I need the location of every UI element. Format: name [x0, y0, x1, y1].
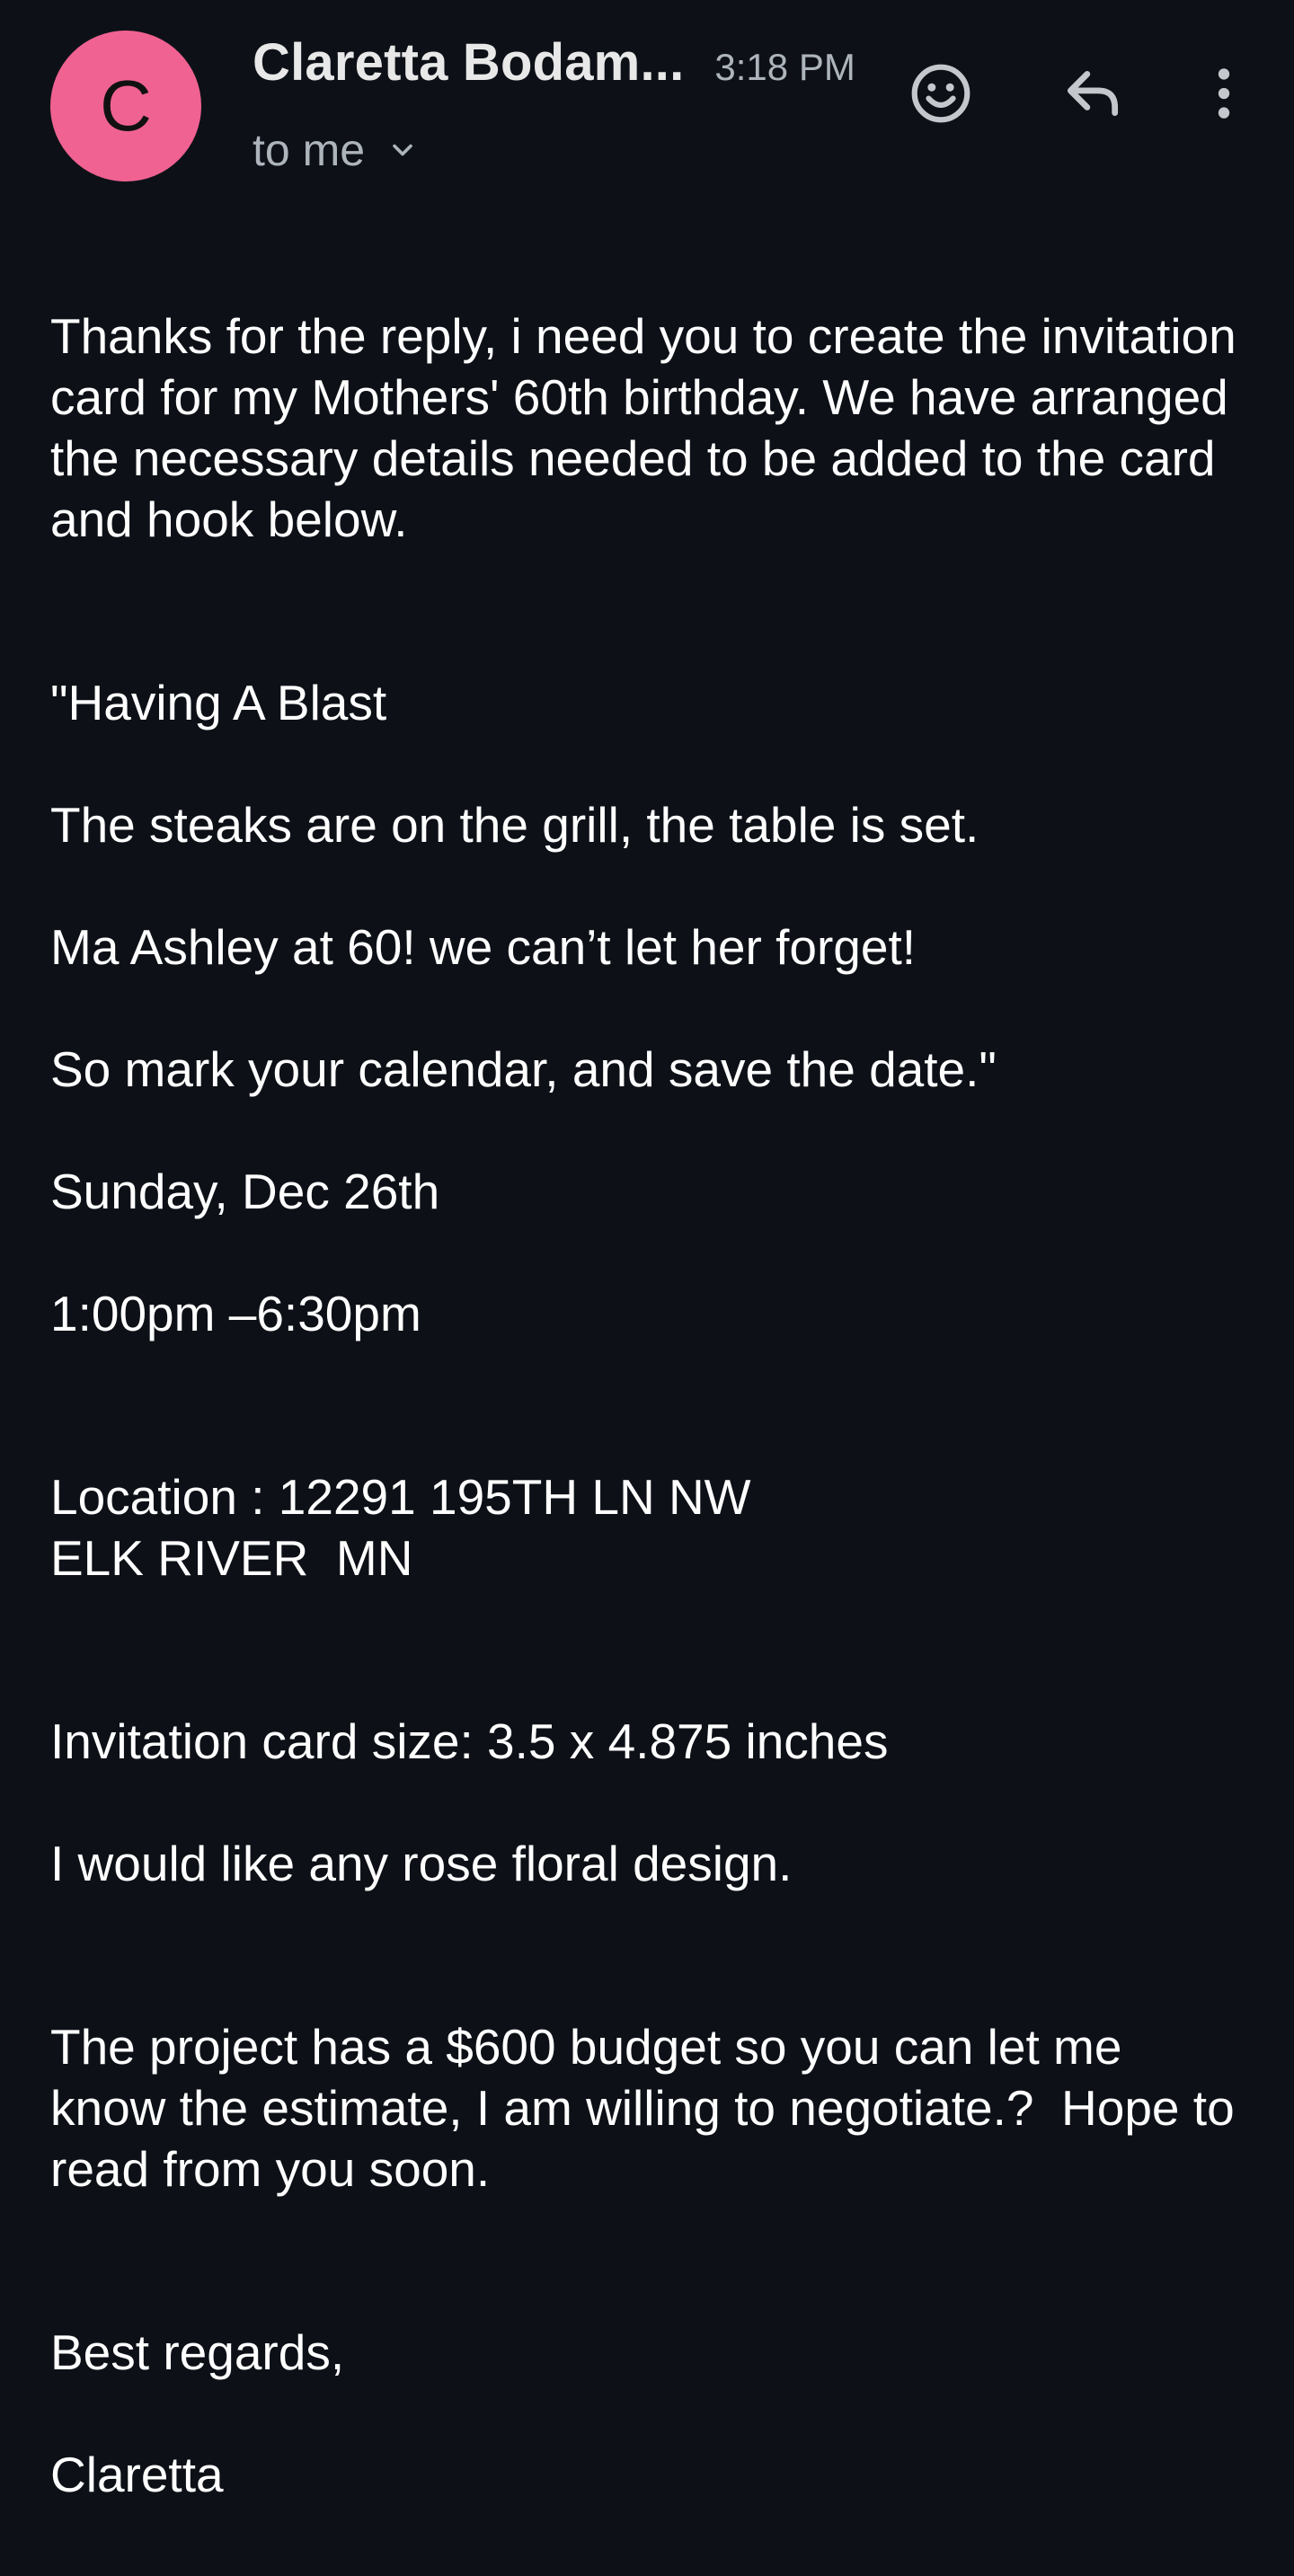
- event-time: 1:00pm –6:30pm: [50, 1286, 421, 1341]
- more-vert-icon: [1218, 68, 1230, 119]
- chevron-down-icon: [393, 144, 412, 156]
- location-line: Location : 12291 195TH LN NW: [50, 1469, 751, 1525]
- recipient-details-toggle[interactable]: to me: [253, 124, 419, 176]
- quote-line: The steaks are on the grill, the table i…: [50, 797, 979, 853]
- sender-name[interactable]: Claretta Bodam...: [253, 32, 684, 93]
- design-request: I would like any rose floral design.: [50, 1836, 793, 1891]
- message-time: 3:18 PM: [714, 46, 855, 88]
- reply-icon: [1067, 71, 1119, 116]
- quote-line: So mark your calendar, and save the date…: [50, 1041, 997, 1097]
- add-reaction-button[interactable]: [898, 50, 984, 137]
- recipient-label: to me: [253, 125, 366, 175]
- emoji-smile-icon: [911, 64, 970, 123]
- sender-avatar[interactable]: C: [50, 31, 201, 181]
- location-line: ELK RIVER MN: [50, 1530, 413, 1586]
- message-header: C Claretta Bodam... 3:18 PM to me: [0, 0, 1294, 216]
- message-body: Thanks for the reply, i need you to crea…: [50, 305, 1245, 2505]
- avatar-letter: C: [100, 66, 152, 146]
- card-size: Invitation card size: 3.5 x 4.875 inches: [50, 1713, 889, 1769]
- signature: Claretta: [50, 2447, 224, 2502]
- more-options-button[interactable]: [1181, 50, 1267, 137]
- intro-paragraph: Thanks for the reply, i need you to crea…: [50, 308, 1251, 547]
- reply-button[interactable]: [1050, 50, 1136, 137]
- event-date: Sunday, Dec 26th: [50, 1164, 440, 1219]
- sender-line: Claretta Bodam... 3:18 PM: [253, 32, 855, 93]
- budget-paragraph: The project has a $600 budget so you can…: [50, 2019, 1248, 2197]
- quote-title: "Having A Blast: [50, 675, 387, 730]
- quote-line: Ma Ashley at 60! we can’t let her forget…: [50, 919, 917, 975]
- sign-off: Best regards,: [50, 2324, 345, 2380]
